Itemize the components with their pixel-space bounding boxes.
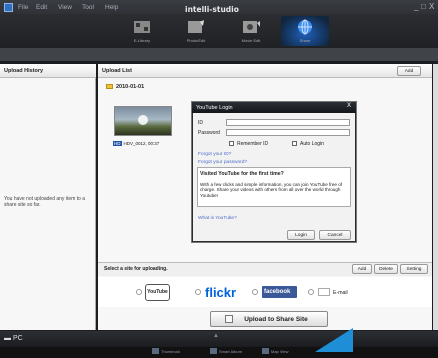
login-button[interactable]: Login	[287, 230, 315, 240]
upload-history-empty-message: You have not uploaded any item to a shar…	[4, 196, 85, 208]
app-logo-icon	[4, 3, 13, 12]
forgot-password-link[interactable]: Forgot your password?	[198, 160, 247, 165]
pc-text: PC	[12, 335, 23, 342]
remember-id-checkbox[interactable]	[229, 141, 234, 146]
tool-label: Share	[299, 38, 311, 43]
flickr-radio[interactable]	[195, 289, 201, 295]
site-add-button[interactable]: Add	[352, 264, 372, 274]
menu-file[interactable]: File	[18, 4, 28, 11]
map-icon	[262, 348, 269, 354]
forgot-id-link[interactable]: Forgot your ID?	[198, 152, 231, 157]
chevron-up-icon[interactable]: ▲	[213, 333, 219, 339]
photo-edit-icon	[188, 20, 204, 33]
first-visit-body: With a few clicks and simple information…	[200, 182, 343, 198]
smart-album-icon	[210, 348, 217, 354]
tool-label: Photo/Edit	[186, 38, 206, 43]
id-label: ID	[198, 120, 203, 126]
id-input[interactable]	[226, 119, 350, 126]
clip-info: HD HDV_0012, 00:37	[113, 141, 159, 146]
film-icon	[134, 21, 150, 33]
menu-edit[interactable]: Edit	[36, 4, 47, 11]
minimize-button[interactable]: _	[414, 2, 418, 11]
map-view-tab[interactable]: Map View	[262, 348, 289, 354]
close-window-button[interactable]: X	[429, 2, 434, 11]
menu-help[interactable]: Help	[105, 4, 118, 11]
upload-list-title: Upload List	[98, 64, 432, 78]
hd-badge: HD	[113, 141, 122, 146]
dialog-title: YouTube Login	[192, 102, 356, 113]
site-select-label: Select a site for uploading.	[104, 266, 168, 272]
date-group-header[interactable]: 2010-01-01	[106, 84, 144, 90]
site-setting-button[interactable]: Setting	[400, 264, 428, 274]
vertical-scrollbar[interactable]	[433, 64, 438, 330]
app-title: intelli-studio	[185, 5, 239, 14]
first-visit-title: Visited YouTube for the first time?	[200, 171, 284, 177]
video-thumb-icon	[138, 115, 148, 125]
upload-icon	[225, 315, 233, 323]
dialog-close-button[interactable]: X	[347, 103, 351, 109]
view-label: Map View	[271, 349, 289, 354]
remember-id-label: Remember ID	[237, 141, 269, 147]
flickr-logo[interactable]: flickr	[205, 285, 236, 300]
email-label[interactable]: E-mail	[333, 290, 348, 296]
pointer-arrow-icon	[315, 328, 353, 352]
what-is-youtube-link[interactable]: What is YouTube?	[198, 216, 237, 221]
folder-icon	[106, 84, 113, 89]
bottom-bar	[0, 331, 438, 347]
smart-album-view-tab[interactable]: Smart Album	[210, 348, 242, 354]
upload-button-label: Upload to Share Site	[244, 316, 308, 323]
thumbnail-icon	[152, 348, 159, 354]
tool-e-library[interactable]: E-Library	[118, 16, 166, 46]
facebook-logo[interactable]: facebook	[262, 286, 297, 298]
envelope-icon	[318, 288, 330, 296]
maximize-button[interactable]: □	[421, 2, 426, 11]
clip-duration: 00:37	[148, 141, 160, 146]
view-label: Smart Album	[219, 349, 242, 354]
menu-tool[interactable]: Tool	[82, 4, 94, 11]
password-label: Password	[198, 130, 220, 136]
email-radio[interactable]	[308, 289, 314, 295]
clip-name: HDV_0012,	[123, 141, 147, 146]
auto-login-label: Auto Login	[300, 141, 324, 147]
password-input[interactable]	[226, 129, 350, 136]
facebook-radio[interactable]	[252, 289, 258, 295]
upload-list-add-button[interactable]: Add	[397, 66, 421, 76]
thumbnail-view-tab[interactable]: Thumbnail	[152, 348, 180, 354]
cancel-button[interactable]: Cancel	[319, 230, 351, 240]
globe-share-icon	[298, 19, 312, 35]
tool-share[interactable]: Share	[281, 16, 329, 46]
toolbar-divider-strip	[0, 48, 438, 61]
view-label: Thumbnail	[161, 349, 180, 354]
site-delete-button[interactable]: Delete	[374, 264, 398, 274]
menu-view[interactable]: View	[58, 4, 72, 11]
pc-label[interactable]: ▬ PC	[4, 335, 23, 342]
movie-edit-icon	[243, 21, 260, 33]
upload-history-title: Upload History	[0, 64, 96, 78]
tool-label: Movie Edit	[241, 38, 261, 43]
tool-photo-edit[interactable]: Photo/Edit	[172, 16, 220, 46]
tool-movie-edit[interactable]: Movie Edit	[227, 16, 275, 46]
youtube-radio[interactable]	[136, 289, 142, 295]
date-label: 2010-01-01	[116, 84, 145, 90]
auto-login-checkbox[interactable]	[292, 141, 297, 146]
youtube-logo-icon[interactable]: YouTube	[145, 284, 170, 301]
tool-label: E-Library	[133, 38, 151, 43]
